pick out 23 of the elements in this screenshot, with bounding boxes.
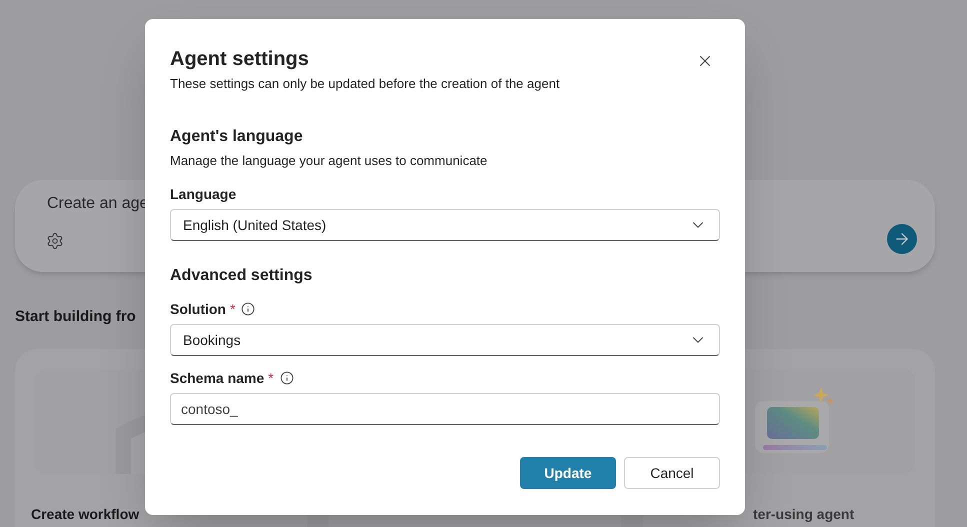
- dropdown[interactable]: Bookings: [170, 324, 720, 356]
- field-label: Solution: [170, 300, 226, 318]
- field-label: Language: [170, 184, 236, 204]
- section-heading: Advanced settings: [170, 266, 314, 286]
- update-button[interactable]: Update: [520, 457, 616, 489]
- required-asterisk: *: [268, 368, 274, 388]
- field-label: Schema name: [170, 368, 264, 388]
- send-button[interactable]: [887, 224, 917, 254]
- info-icon[interactable]: [280, 371, 294, 385]
- card-title: Create workflow: [31, 504, 140, 524]
- section-title: Start building fro: [15, 307, 136, 327]
- card-title: ter-using agent: [752, 504, 856, 524]
- settings-icon[interactable]: [46, 232, 64, 250]
- section-description: Manage the language your agent uses to communicate: [170, 152, 488, 170]
- dropdown[interactable]: English (United States): [170, 209, 720, 241]
- arrow-right-icon: [893, 230, 911, 248]
- dialog-title: Agent settings: [170, 47, 309, 72]
- cancel-button[interactable]: Cancel: [624, 457, 720, 489]
- schema-name-field[interactable]: contoso_: [170, 393, 720, 425]
- info-icon[interactable]: [241, 302, 256, 316]
- required-asterisk: *: [230, 300, 236, 318]
- section-heading: Agent's language: [170, 126, 304, 146]
- dialog-subtitle: These settings can only be updated before the creation of the agent: [170, 75, 561, 93]
